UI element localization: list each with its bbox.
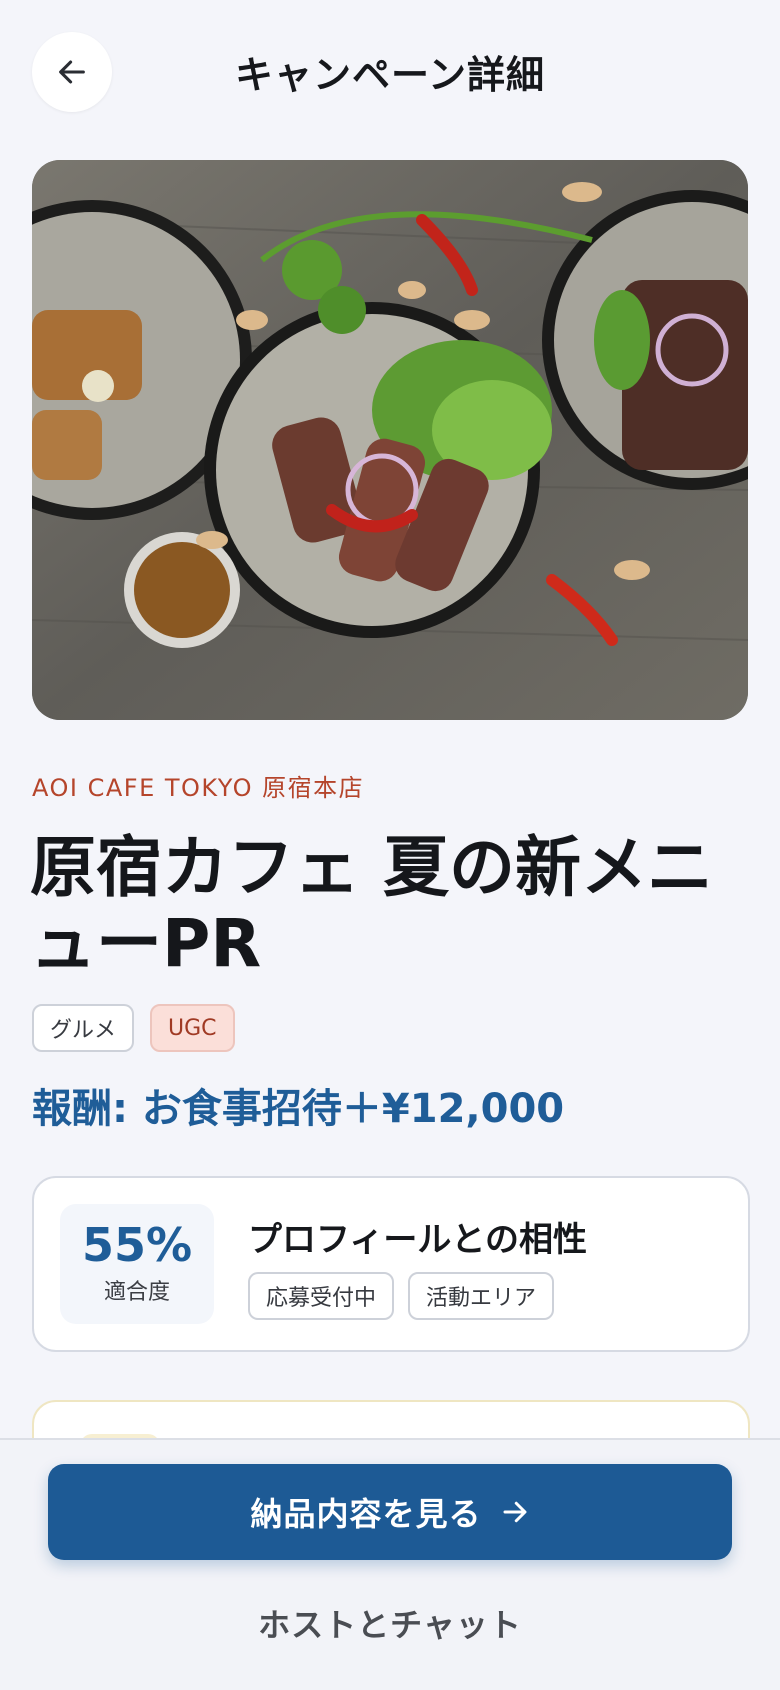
match-score-value: 55%	[81, 1218, 193, 1272]
view-deliverables-button[interactable]: 納品内容を見る	[48, 1464, 732, 1560]
shop-name: AOI CAFE TOKYO 原宿本店	[32, 774, 365, 802]
match-score-label: 適合度	[103, 1280, 170, 1305]
chip-activity-area: 活動エリア	[408, 1272, 555, 1320]
chip-accepting: 応募受付中	[248, 1272, 395, 1320]
tag-gourmet: グルメ	[32, 1004, 135, 1052]
tag-ugc: UGC	[150, 1004, 235, 1052]
chat-with-host-button[interactable]: ホストとチャット	[0, 1600, 780, 1646]
match-score-box: 55% 適合度	[60, 1204, 214, 1324]
bottom-action-bar: 納品内容を見る ホストとチャット	[0, 1438, 780, 1690]
app-header: キャンペーン詳細	[0, 0, 780, 150]
arrow-right-icon	[503, 1501, 526, 1523]
campaign-hero-image	[32, 160, 748, 720]
match-title: プロフィールとの相性	[248, 1220, 587, 1260]
campaign-title: 原宿カフェ 夏の新メニューPR	[30, 829, 713, 982]
reward-text: 報酬: お食事招待＋¥12,000	[32, 1086, 565, 1132]
match-chips: 応募受付中 活動エリア	[248, 1272, 555, 1320]
category-tags: グルメ UGC	[32, 1004, 235, 1052]
profile-match-card: 55% 適合度 プロフィールとの相性 応募受付中 活動エリア	[32, 1176, 750, 1352]
view-deliverables-label: 納品内容を見る	[250, 1495, 482, 1533]
page-title: キャンペーン詳細	[234, 53, 546, 97]
